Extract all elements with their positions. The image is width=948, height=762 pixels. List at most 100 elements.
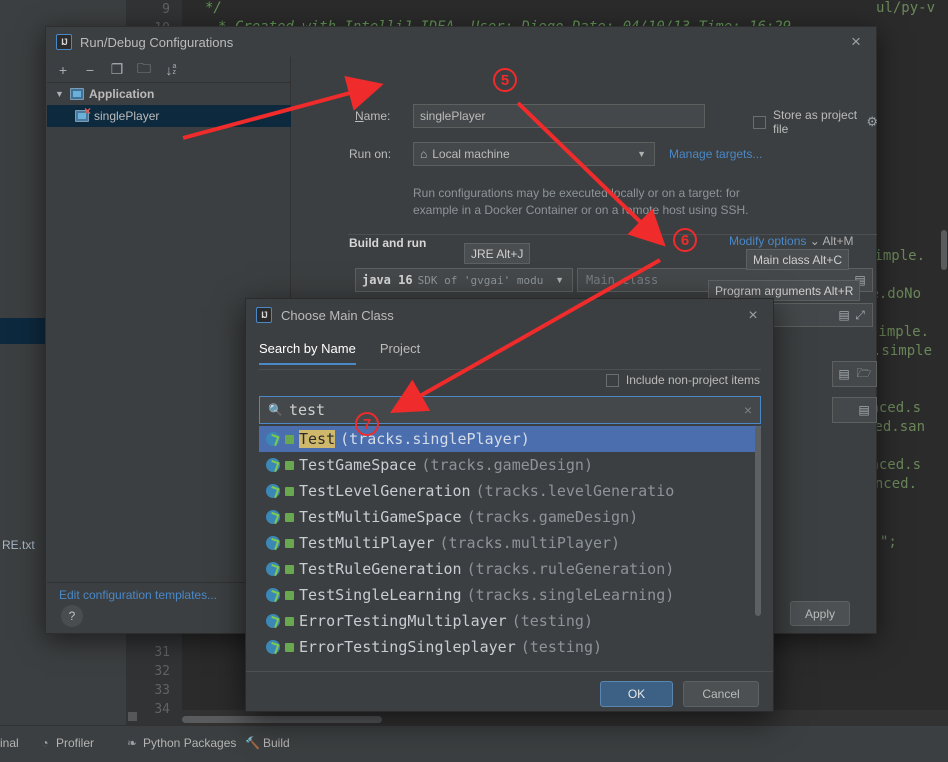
configurations-toolbar: + − ❐ 🗀 ↓ a z bbox=[47, 57, 291, 83]
list-scrollbar[interactable] bbox=[755, 426, 761, 616]
annotation-marker-6: 6 bbox=[673, 228, 697, 252]
list-item[interactable]: TestMultiPlayer (tracks.multiPlayer) bbox=[259, 530, 761, 556]
ok-button[interactable]: OK bbox=[600, 681, 673, 707]
annotation-marker-5: 5 bbox=[493, 68, 517, 92]
jdk-description: SDK of 'gvgai' modu bbox=[417, 273, 544, 287]
class-icon bbox=[266, 458, 280, 472]
expand-icon[interactable]: ⤢ bbox=[852, 306, 868, 324]
status-bar: inal ◔ Profiler ❧ Python Packages 🔨 Buil… bbox=[0, 725, 948, 762]
tree-item-singleplayer[interactable]: singlePlayer bbox=[47, 105, 291, 127]
apply-button[interactable]: Apply bbox=[790, 601, 851, 626]
tool-window-terminal[interactable]: inal bbox=[0, 734, 19, 752]
run-on-label: Run on: bbox=[349, 147, 392, 161]
class-name: ErrorTestingSingleplayer bbox=[299, 638, 516, 656]
name-input[interactable] bbox=[413, 104, 705, 128]
match-highlight: Test bbox=[299, 430, 336, 448]
modify-options-link[interactable]: Modify options ⌄ Alt+M bbox=[729, 234, 853, 248]
list-item[interactable]: Test (tracks.singlePlayer) bbox=[259, 426, 761, 452]
class-name: Test bbox=[299, 430, 336, 448]
tool-window-build[interactable]: 🔨 Build bbox=[245, 734, 290, 752]
list-item[interactable]: TestMultiGameSpace (tracks.gameDesign) bbox=[259, 504, 761, 530]
include-non-project-items-checkbox[interactable] bbox=[605, 373, 619, 387]
class-icon bbox=[266, 510, 280, 524]
chevron-down-icon[interactable]: ▼ bbox=[55, 89, 65, 99]
class-icon bbox=[266, 562, 280, 576]
code-snippet: ul/py-v bbox=[876, 0, 936, 16]
runnable-icon bbox=[285, 590, 294, 600]
jre-tooltip-text: JRE Alt+J bbox=[471, 246, 524, 261]
tree-group-label: Application bbox=[89, 87, 155, 101]
runnable-icon bbox=[285, 642, 294, 652]
list-item[interactable]: ErrorTestingMultiplayer (testing) bbox=[259, 608, 761, 634]
profiler-label: Profiler bbox=[56, 736, 95, 750]
class-package: (tracks.levelGeneratio bbox=[475, 482, 675, 500]
help-button[interactable]: ? bbox=[61, 605, 83, 627]
environment-variables-input[interactable]: ▤ bbox=[832, 397, 877, 423]
manage-targets-link[interactable]: Manage targets... bbox=[669, 147, 762, 161]
list-item[interactable]: ErrorTestingSingleplayer (testing) bbox=[259, 634, 761, 660]
jdk-select[interactable]: java 16 SDK of 'gvgai' modu ▼ bbox=[355, 268, 573, 292]
include-non-project-items-row[interactable]: Include non-project items bbox=[605, 373, 760, 387]
chevron-down-icon: ▼ bbox=[637, 149, 646, 159]
gear-icon[interactable]: ⚙ bbox=[866, 114, 878, 130]
main-class-tooltip-text: Main class Alt+C bbox=[753, 252, 843, 267]
macros-icon[interactable]: ▤ bbox=[836, 306, 852, 324]
copy-configuration-icon[interactable]: ❐ bbox=[109, 61, 125, 78]
class-name: TestMultiPlayer bbox=[299, 534, 435, 552]
file-label: RE.txt bbox=[2, 538, 35, 552]
line-number: 33 bbox=[154, 683, 170, 698]
class-icon bbox=[266, 614, 280, 628]
class-search-field[interactable]: 🔍 × bbox=[259, 396, 761, 424]
vertical-scrollbar[interactable] bbox=[941, 230, 947, 270]
class-package: (tracks.gameDesign) bbox=[421, 456, 593, 474]
new-folder-icon[interactable]: 🗀 bbox=[136, 60, 152, 78]
class-package: (tracks.multiPlayer) bbox=[439, 534, 621, 552]
runnable-icon bbox=[285, 616, 294, 626]
folder-icon[interactable]: 🗁 bbox=[856, 365, 872, 383]
list-item[interactable]: TestSingleLearning (tracks.singleLearnin… bbox=[259, 582, 761, 608]
run-debug-dialog-title: Run/Debug Configurations bbox=[80, 34, 234, 50]
macros-icon[interactable]: ▤ bbox=[856, 401, 872, 419]
class-icon bbox=[266, 536, 280, 550]
add-configuration-icon[interactable]: + bbox=[55, 62, 71, 78]
run-on-help-line2: example in a Docker Container or on a re… bbox=[413, 203, 749, 217]
sort-alphabetically-icon[interactable]: ↓ a z bbox=[163, 62, 179, 78]
build-label: Build bbox=[263, 736, 290, 750]
class-package: (testing) bbox=[520, 638, 603, 656]
code-snippet: simple. bbox=[870, 324, 930, 340]
close-icon[interactable]: × bbox=[743, 306, 763, 326]
close-icon[interactable]: × bbox=[846, 32, 866, 52]
run-on-select[interactable]: ⌂ Local machine ▼ bbox=[413, 142, 655, 166]
macros-icon[interactable]: ▤ bbox=[836, 365, 852, 383]
home-icon: ⌂ bbox=[420, 147, 428, 161]
left-panel-selected-row bbox=[0, 318, 48, 344]
list-item[interactable]: TestLevelGeneration (tracks.levelGenerat… bbox=[259, 478, 761, 504]
class-name: TestMultiGameSpace bbox=[299, 508, 462, 526]
tool-window-profiler[interactable]: ◔ Profiler bbox=[38, 734, 94, 752]
list-item[interactable]: TestGameSpace (tracks.gameDesign) bbox=[259, 452, 761, 478]
modify-options-shortcut: Alt+M bbox=[822, 234, 854, 248]
horizontal-scrollbar[interactable] bbox=[182, 716, 382, 723]
store-as-project-file-row[interactable]: Store as project file ⚙ bbox=[753, 108, 878, 136]
store-as-project-file-checkbox[interactable] bbox=[753, 115, 766, 129]
profiler-icon: ◔ bbox=[41, 736, 49, 750]
clear-icon[interactable]: × bbox=[744, 402, 752, 418]
working-directory-input[interactable]: ▤ 🗁 bbox=[832, 361, 877, 387]
tree-group-application[interactable]: ▼ Application bbox=[47, 83, 291, 105]
choose-main-class-title-bar: IJ Choose Main Class bbox=[246, 299, 773, 331]
code-line: */ bbox=[205, 0, 222, 16]
tab-project[interactable]: Project bbox=[380, 341, 420, 365]
line-number: 32 bbox=[154, 664, 170, 679]
runnable-icon bbox=[285, 460, 294, 470]
tab-search-by-name[interactable]: Search by Name bbox=[259, 341, 356, 365]
choose-main-class-tabs: Search by Name Project bbox=[259, 341, 420, 365]
cancel-button[interactable]: Cancel bbox=[683, 681, 759, 707]
tool-window-python-packages[interactable]: ❧ Python Packages bbox=[125, 734, 236, 752]
remove-configuration-icon[interactable]: − bbox=[82, 62, 98, 78]
jdk-version: java 16 bbox=[362, 273, 413, 287]
list-item[interactable]: TestRuleGeneration (tracks.ruleGeneratio… bbox=[259, 556, 761, 582]
line-number: 9 bbox=[162, 2, 170, 17]
class-results-list[interactable]: Test (tracks.singlePlayer) TestGameSpace… bbox=[259, 426, 761, 667]
annotation-marker-7: 7 bbox=[355, 412, 379, 436]
include-non-project-items-label: Include non-project items bbox=[625, 373, 760, 387]
